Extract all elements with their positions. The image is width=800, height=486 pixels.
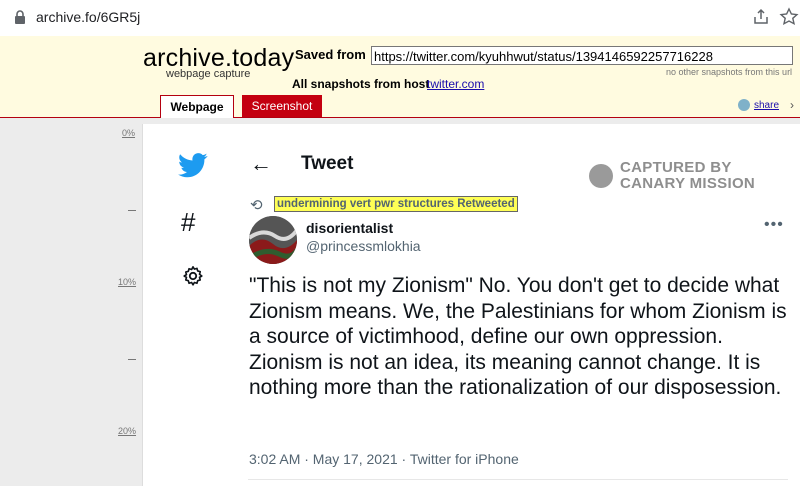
- back-arrow-icon[interactable]: ←: [250, 151, 272, 177]
- more-options-icon[interactable]: •••: [764, 216, 784, 234]
- ruler-tick: [128, 359, 136, 360]
- retweeted-by-label[interactable]: undermining vert pwr structures Retweete…: [274, 196, 518, 212]
- settings-gear-icon[interactable]: [182, 265, 204, 287]
- all-snapshots-label: All snapshots from host: [292, 77, 430, 91]
- capture-watermark: CAPTURED BY CANARY MISSION: [620, 160, 755, 192]
- host-link[interactable]: twitter.com: [427, 77, 484, 91]
- divider: [248, 479, 788, 480]
- avatar-image: [249, 216, 297, 264]
- ruler-label-20[interactable]: 20%: [118, 426, 136, 436]
- ruler-label-10[interactable]: 10%: [118, 277, 136, 287]
- watermark-line-1: CAPTURED BY: [620, 159, 732, 176]
- tweet-page-title: Tweet: [301, 153, 354, 174]
- share-link[interactable]: share: [754, 100, 779, 111]
- archive-subtitle: webpage capture: [166, 68, 251, 80]
- tweet-text: "This is not my Zionism" No. You don't g…: [249, 274, 787, 399]
- saved-url-field[interactable]: https://twitter.com/kyuhhwut/status/1394…: [371, 46, 793, 65]
- canary-logo-icon: [589, 164, 613, 188]
- watermark-line-2: CANARY MISSION: [620, 175, 756, 192]
- no-other-snapshots-note: no other snapshots from this url: [666, 67, 793, 77]
- retweet-icon: ⟲: [250, 197, 263, 214]
- tab-screenshot[interactable]: Screenshot: [242, 95, 322, 117]
- ruler-tick: [128, 210, 136, 211]
- address-bar-url[interactable]: archive.fo/6GR5j: [36, 9, 140, 25]
- avatar[interactable]: [249, 216, 297, 264]
- bookmark-star-icon[interactable]: [779, 7, 799, 27]
- twitter-bird-icon[interactable]: [178, 153, 208, 178]
- chevron-right-icon[interactable]: ›: [790, 98, 794, 112]
- share-circle-icon[interactable]: [738, 99, 750, 111]
- lock-icon[interactable]: [14, 10, 26, 24]
- tweet-timestamp[interactable]: 3:02 AM · May 17, 2021 · Twitter for iPh…: [249, 451, 519, 467]
- ruler-label-0[interactable]: 0%: [122, 128, 135, 138]
- share-icon[interactable]: [752, 8, 770, 26]
- saved-from-label: Saved from: [295, 47, 366, 62]
- tab-webpage[interactable]: Webpage: [160, 95, 234, 118]
- explore-hashtag-icon[interactable]: #: [181, 207, 195, 238]
- author-handle[interactable]: @princessmlokhia: [306, 238, 421, 254]
- author-display-name[interactable]: disorientalist: [306, 220, 393, 236]
